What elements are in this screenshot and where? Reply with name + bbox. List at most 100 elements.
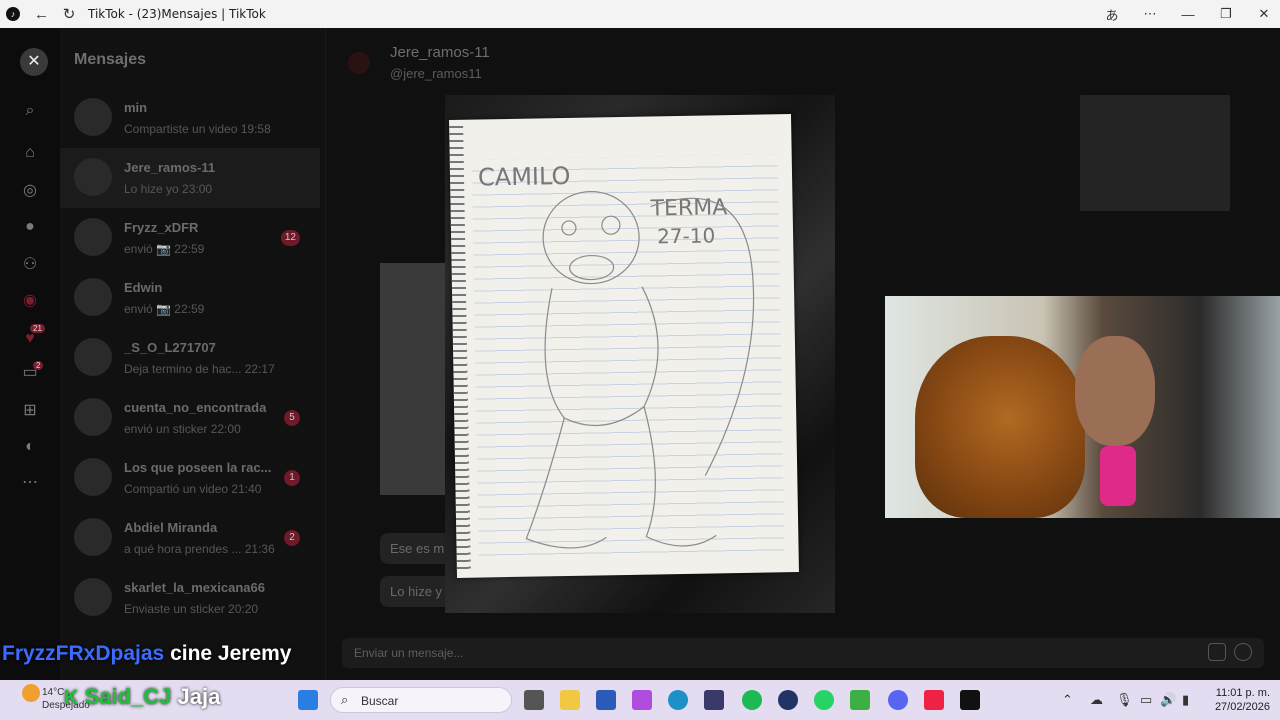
more-options-icon[interactable]: ⋯ — [1134, 6, 1166, 22]
live-icon[interactable]: ● — [19, 216, 41, 238]
chat-username: Said_CJ — [84, 684, 172, 709]
avatar — [74, 218, 112, 256]
unread-count-badge: 5 — [284, 410, 300, 426]
stream-chat-line: K Said_CJ Jaja — [64, 684, 220, 710]
conversation-item[interactable]: Jere_ramos-11 Lo hize yo 23:00 — [60, 148, 320, 208]
conversation-list: Mensajes min Compartiste un video 19:58 Je… — [60, 28, 326, 680]
taskbar-search[interactable]: ⌕ Buscar — [330, 687, 512, 713]
chat-avatar[interactable] — [348, 52, 370, 74]
minecraft-icon[interactable] — [850, 690, 870, 710]
conversation-name: Los que poseen la rac... — [124, 460, 272, 475]
conversation-preview: Compartió un video 21:40 — [124, 482, 262, 496]
obs-icon[interactable] — [778, 690, 798, 710]
live-profile-icon[interactable]: ◉ — [19, 290, 41, 312]
back-arrow-icon[interactable]: ← — [34, 6, 49, 23]
image-icon[interactable] — [1208, 643, 1226, 661]
copilot-icon[interactable] — [632, 690, 652, 710]
clock-date: 27/02/2026 — [1214, 701, 1270, 713]
avatar — [74, 518, 112, 556]
file-explorer-icon[interactable] — [560, 690, 580, 710]
profile-icon[interactable]: ◐ — [19, 436, 41, 458]
word-icon[interactable] — [596, 690, 616, 710]
message-input[interactable]: Enviar un mensaje... — [342, 638, 1264, 668]
unread-count-badge: 12 — [280, 230, 300, 246]
window-title: TikTok - (23)Mensajes | TikTok — [88, 7, 266, 21]
message-input-placeholder: Enviar un mensaje... — [354, 646, 464, 660]
display-tray-icon[interactable]: ▭ — [1140, 692, 1152, 708]
tiktok-taskbar-icon[interactable] — [960, 690, 980, 710]
tray-chevron-icon[interactable]: ⌃ — [1062, 692, 1073, 708]
taskbar-clock[interactable]: 11:01 p. m. 27/02/2026 — [1215, 686, 1270, 714]
stream-chat-line: FryzzFRxDpajas cine Jeremy — [2, 642, 291, 666]
close-icon[interactable]: ✕ — [20, 48, 48, 76]
conversation-item[interactable]: min Compartiste un video 19:58 — [60, 88, 320, 148]
messages-heading: Mensajes — [74, 51, 147, 68]
chat-message: Jaja — [177, 684, 221, 709]
conversation-item[interactable]: skarlet_la_mexicana66 Enviaste un sticker… — [60, 568, 320, 628]
weather-icon[interactable] — [22, 684, 40, 702]
following-icon[interactable]: ⚇ — [19, 254, 41, 276]
translate-icon[interactable]: あ — [1096, 5, 1128, 24]
unread-count-badge: 2 — [284, 530, 300, 546]
microphone — [1100, 446, 1136, 506]
spotify-icon[interactable] — [742, 690, 762, 710]
notebook-page: CAMILO TERMA 27-10 — [449, 114, 799, 578]
more-icon[interactable]: ⋯ — [19, 472, 41, 494]
chat-message: cine Jeremy — [170, 642, 292, 665]
chat-name[interactable]: Jere_ramos-11 — [390, 44, 490, 61]
avatar — [74, 578, 112, 616]
network-tray-icon[interactable]: ☁ — [1090, 692, 1103, 708]
avatar — [74, 338, 112, 376]
message-bubble: Ese es m — [380, 533, 455, 564]
whatsapp-icon[interactable] — [814, 690, 834, 710]
avatar — [74, 458, 112, 496]
avatar — [74, 98, 112, 136]
conversation-name: skarlet_la_mexicana66 — [124, 580, 265, 595]
screen-thumbnail — [1080, 95, 1230, 211]
streamer-face — [1075, 336, 1155, 446]
squirrel-plush — [915, 336, 1085, 518]
shared-image-preview[interactable] — [380, 263, 446, 495]
mic-tray-icon[interactable]: 🎙 — [1116, 692, 1133, 708]
conversation-name: Abdiel Miranda — [124, 520, 218, 535]
store-icon[interactable] — [704, 690, 724, 710]
minimize-button[interactable]: — — [1172, 7, 1204, 22]
conversation-item[interactable]: cuenta_no_encontrada envió un sticker 22:… — [60, 388, 320, 448]
maximize-button[interactable]: ❐ — [1210, 6, 1242, 22]
conversation-preview: Compartiste un video 19:58 — [124, 122, 271, 136]
conversation-item[interactable]: _S_O_L271707 Deja termino de hac... 22:17 — [60, 328, 320, 388]
window-close-button[interactable]: ✕ — [1248, 6, 1280, 22]
search-icon: ⌕ — [341, 692, 349, 707]
start-icon[interactable] — [298, 690, 318, 710]
reload-icon[interactable]: ↻ — [62, 5, 76, 23]
nav-rail: ✕ ⌕ ⌂ ◎ ● ⚇ ◉ ♥ 21 ▭ 2 ⊞ ◐ ⋯ — [0, 28, 60, 680]
squirrel-sketch — [525, 190, 755, 549]
conversation-name: Edwin — [124, 280, 163, 295]
chat-handle: @jere_ramos11 — [390, 66, 482, 81]
discord-icon[interactable] — [888, 690, 908, 710]
search-icon[interactable]: ⌕ — [19, 100, 41, 122]
conversation-preview: Deja termino de hac... 22:17 — [124, 362, 275, 376]
messages-badge: 2 — [33, 361, 44, 370]
conversation-preview: envió 📷 22:59 — [124, 242, 205, 256]
battery-tray-icon[interactable]: ▮ — [1182, 692, 1189, 708]
conversation-name: min — [124, 100, 148, 115]
conversation-item[interactable]: Edwin envió 📷 22:59 — [60, 268, 320, 328]
edge-icon[interactable] — [668, 690, 688, 710]
notebook-drawing-photo[interactable]: CAMILO TERMA 27-10 — [445, 95, 835, 613]
conversation-name: Fryzz_xDFR — [124, 220, 199, 235]
volume-tray-icon[interactable]: 🔊 — [1160, 692, 1176, 708]
home-icon[interactable]: ⌂ — [19, 142, 41, 164]
upload-icon[interactable]: ⊞ — [19, 400, 41, 422]
conversation-item[interactable]: Abdiel Miranda a qué hora prendes ... 21:… — [60, 508, 320, 568]
message-bubble: Lo hize y — [380, 576, 453, 607]
emoji-icon[interactable] — [1234, 643, 1252, 661]
conversation-item[interactable]: Fryzz_xDFR envió 📷 22:59 12 — [60, 208, 320, 268]
task-view-icon[interactable] — [524, 690, 544, 710]
clock-time: 11:01 p. m. — [1215, 687, 1270, 699]
explore-icon[interactable]: ◎ — [19, 180, 41, 202]
app-icon[interactable] — [924, 690, 944, 710]
conversation-item[interactable]: Los que poseen la rac... Compartió un vid… — [60, 448, 320, 508]
chat-username: FryzzFRxDpajas — [2, 642, 165, 665]
search-label: Buscar — [361, 694, 399, 708]
